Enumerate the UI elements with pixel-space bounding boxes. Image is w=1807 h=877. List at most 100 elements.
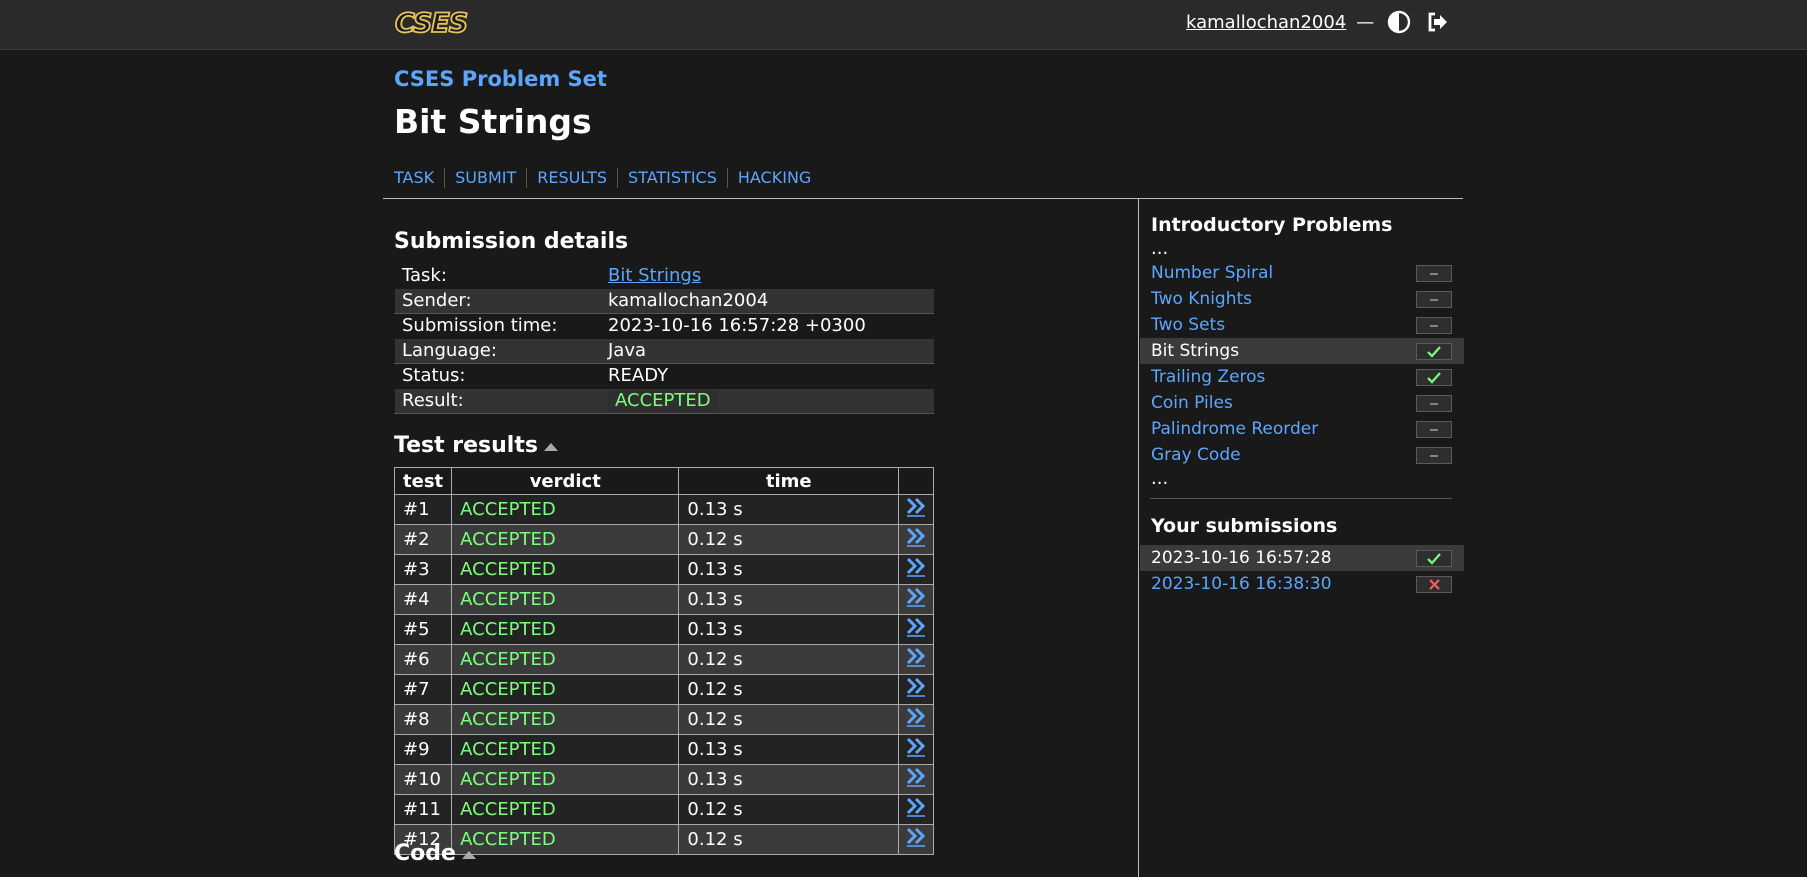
details-row: Status: READY [395, 364, 934, 389]
details-value: READY [608, 365, 669, 386]
solved-check-icon [1416, 369, 1452, 386]
problem-link[interactable]: Two Sets [1151, 315, 1225, 335]
test-verdict: ACCEPTED [451, 494, 680, 525]
logout-icon[interactable] [1424, 9, 1450, 35]
test-results-heading-wrap[interactable]: Test results [394, 432, 558, 460]
collapse-caret-icon[interactable] [461, 851, 476, 859]
tab-task[interactable]: TASK [394, 168, 444, 188]
double-chevron-right-icon[interactable] [905, 795, 927, 817]
problem-link[interactable]: Coin Piles [1151, 393, 1233, 413]
test-results-table: test verdict time #1 ACCEPTED 0.13 s #2 ACCE… [393, 467, 934, 855]
tab-submit[interactable]: SUBMIT [444, 168, 526, 188]
double-chevron-right-icon[interactable] [905, 735, 927, 757]
details-value: 2023-10-16 16:57:28 +0300 [608, 315, 866, 336]
test-time: 0.12 s [678, 644, 900, 675]
sidebar: Introductory Problems ... Number Spiral T… [1140, 212, 1464, 597]
view-test-cell [898, 794, 934, 825]
test-time: 0.12 s [678, 524, 900, 555]
double-chevron-right-icon[interactable] [905, 525, 927, 547]
double-chevron-right-icon[interactable] [905, 675, 927, 697]
double-chevron-right-icon[interactable] [905, 495, 927, 517]
double-chevron-right-icon[interactable] [905, 705, 927, 727]
unsolved-dash-icon [1416, 421, 1452, 438]
test-number: #7 [393, 674, 453, 705]
double-chevron-right-icon[interactable] [905, 615, 927, 637]
problemset-link[interactable]: CSES Problem Set [394, 66, 1124, 92]
sidebar-item-problem[interactable]: Number Spiral [1150, 260, 1452, 286]
test-verdict: ACCEPTED [451, 554, 680, 585]
submission-link[interactable]: 2023-10-16 16:38:30 [1151, 574, 1332, 594]
double-chevron-right-icon[interactable] [905, 825, 927, 847]
problem-link[interactable]: Palindrome Reorder [1151, 419, 1318, 439]
problem-name: Bit Strings [1151, 341, 1240, 361]
contrast-icon[interactable] [1386, 9, 1412, 35]
task-tabs: TASK SUBMIT RESULTS STATISTICS HACKING [394, 168, 821, 188]
collapse-caret-icon[interactable] [543, 443, 558, 451]
top-bar: CSES kamallochan2004 — [0, 0, 1807, 50]
unsolved-dash-icon [1416, 291, 1452, 308]
test-verdict: ACCEPTED [451, 644, 680, 675]
table-row: #2 ACCEPTED 0.12 s [393, 524, 934, 555]
details-row: Sender: kamallochan2004 [394, 288, 934, 314]
test-time: 0.12 s [678, 824, 900, 855]
table-row: #4 ACCEPTED 0.13 s [393, 584, 934, 615]
problem-link[interactable]: Trailing Zeros [1151, 367, 1265, 387]
test-time: 0.13 s [678, 764, 900, 795]
column-header-time: time [678, 467, 900, 495]
sidebar-item-problem[interactable]: Two Sets [1150, 312, 1452, 338]
test-verdict: ACCEPTED [451, 584, 680, 615]
sidebar-item-problem[interactable]: Gray Code [1150, 442, 1452, 468]
view-test-cell [898, 764, 934, 795]
result-badge: ACCEPTED [608, 390, 718, 412]
details-key: Result: [394, 388, 601, 414]
test-results-body: #1 ACCEPTED 0.13 s #2 ACCEPTED 0.12 s #3 ACCEPT… [393, 494, 934, 855]
table-row: #11 ACCEPTED 0.12 s [393, 794, 934, 825]
problem-link[interactable]: Two Knights [1151, 289, 1252, 309]
view-test-cell [898, 524, 934, 555]
unsolved-dash-icon [1416, 265, 1452, 282]
tab-results[interactable]: RESULTS [526, 168, 617, 188]
sidebar-item-problem[interactable]: Bit Strings [1140, 338, 1464, 364]
test-verdict: ACCEPTED [451, 794, 680, 825]
submission-item[interactable]: 2023-10-16 16:38:30 [1150, 571, 1452, 597]
test-time: 0.12 s [678, 674, 900, 705]
sidebar-item-problem[interactable]: Palindrome Reorder [1150, 416, 1452, 442]
code-heading-wrap[interactable]: Code [394, 840, 476, 868]
test-time: 0.13 s [678, 614, 900, 645]
table-row: #7 ACCEPTED 0.12 s [393, 674, 934, 705]
submission-item[interactable]: 2023-10-16 16:57:28 [1140, 545, 1464, 571]
test-number: #4 [393, 584, 453, 615]
column-header-view [898, 467, 934, 495]
view-test-cell [898, 734, 934, 765]
double-chevron-right-icon[interactable] [905, 645, 927, 667]
sidebar-section-title: Introductory Problems [1151, 214, 1393, 236]
problem-link[interactable]: Number Spiral [1151, 263, 1273, 283]
double-chevron-right-icon[interactable] [905, 765, 927, 787]
double-chevron-right-icon[interactable] [905, 555, 927, 577]
sidebar-item-problem[interactable]: Coin Piles [1150, 390, 1452, 416]
solved-check-icon [1416, 343, 1452, 360]
cses-logo[interactable]: CSES [394, 10, 496, 36]
problem-link[interactable]: Gray Code [1151, 445, 1241, 465]
task-link[interactable]: Bit Strings [608, 265, 701, 286]
tab-statistics[interactable]: STATISTICS [617, 168, 727, 188]
test-verdict: ACCEPTED [451, 704, 680, 735]
test-verdict: ACCEPTED [451, 824, 680, 855]
code-heading: Code [394, 841, 456, 866]
details-row: Task: Bit Strings [395, 264, 934, 289]
details-key: Status: [402, 365, 466, 386]
test-number: #2 [393, 524, 453, 555]
double-chevron-right-icon[interactable] [905, 585, 927, 607]
test-number: #9 [393, 734, 453, 765]
ellipsis-bottom: ... [1151, 468, 1169, 489]
test-time: 0.13 s [678, 734, 900, 765]
tab-hacking[interactable]: HACKING [726, 168, 821, 188]
sidebar-item-problem[interactable]: Two Knights [1150, 286, 1452, 312]
table-row: #5 ACCEPTED 0.13 s [393, 614, 934, 645]
test-time: 0.12 s [678, 794, 900, 825]
view-test-cell [898, 614, 934, 645]
sidebar-separator [1150, 498, 1452, 499]
username-link[interactable]: kamallochan2004 [1186, 12, 1346, 33]
sidebar-item-problem[interactable]: Trailing Zeros [1150, 364, 1452, 390]
test-time: 0.13 s [678, 554, 900, 585]
